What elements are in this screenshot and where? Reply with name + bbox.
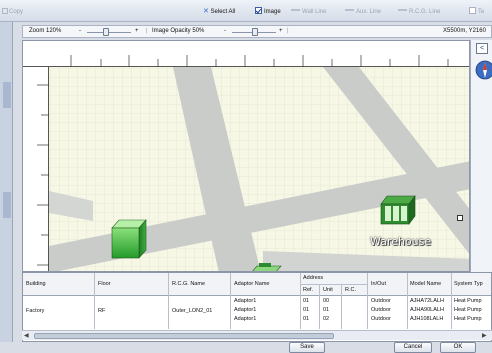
- aux-line-toggle[interactable]: Aux. Line: [345, 7, 381, 17]
- col-header-building[interactable]: Building: [26, 281, 46, 287]
- zoom-minus-button[interactable]: -: [79, 28, 81, 34]
- outdoor-unit-icon[interactable]: [109, 218, 149, 260]
- aux-line-label: Aux. Line: [356, 9, 382, 15]
- save-button[interactable]: Save: [289, 342, 325, 353]
- compass-icon[interactable]: [474, 58, 492, 84]
- copy-label: Copy: [9, 9, 24, 15]
- opacity-slider-thumb[interactable]: [252, 28, 258, 36]
- col-header-system-type[interactable]: System Typ: [454, 281, 483, 287]
- col-header-ref[interactable]: Ref.: [303, 287, 313, 293]
- copy-icon: [2, 8, 8, 14]
- col-header-unit[interactable]: Unit: [323, 287, 333, 293]
- cell-in-out: Outdoor: [371, 316, 391, 322]
- copy-button[interactable]: Copy: [2, 7, 23, 17]
- image-checkbox-box[interactable]: [255, 7, 262, 14]
- left-side-strip: [0, 22, 13, 342]
- cell-in-out: Outdoor: [371, 298, 391, 304]
- aux-line-swatch: [345, 9, 354, 11]
- selection-marker[interactable]: [457, 215, 463, 221]
- cell-system: Heat Pump: [454, 298, 482, 304]
- zoom-label: Zoom 120%: [29, 28, 62, 34]
- select-all-label: Select All: [210, 9, 236, 15]
- image-checkbox-label: Image: [264, 9, 281, 15]
- cell-unit: 01: [323, 307, 330, 313]
- warehouse-unit-icon[interactable]: [379, 192, 419, 226]
- col-header-adaptor-name[interactable]: Adaptor Name: [234, 281, 269, 287]
- cell-model: AJHA72LALH: [410, 298, 444, 304]
- cell-unit: 00: [323, 298, 330, 304]
- cell-system: Heat Pump: [454, 307, 482, 313]
- col-header-model-name[interactable]: Model Name: [410, 281, 441, 287]
- scroll-thumb[interactable]: [34, 333, 334, 339]
- zoombar-divider: |: [146, 28, 148, 34]
- zoom-slider-track[interactable]: [87, 32, 131, 33]
- wall-line-label: Wall Line: [302, 9, 327, 15]
- opacity-minus-button[interactable]: -: [224, 28, 226, 34]
- cell-adaptor: Adaptor1: [234, 316, 257, 322]
- left-strip-marker: [3, 192, 11, 218]
- text-checkbox-box[interactable]: [469, 7, 476, 14]
- zoom-slider-thumb[interactable]: [103, 28, 109, 36]
- select-all-button[interactable]: ✕ Select All: [203, 7, 235, 17]
- cell-adaptor: Adaptor1: [234, 307, 257, 313]
- rcg-line-toggle[interactable]: R.C.G. Line: [398, 7, 440, 17]
- select-all-icon: ✕: [203, 8, 209, 15]
- warehouse-label: Warehouse: [370, 235, 432, 248]
- col-header-rc[interactable]: R.C.: [345, 287, 356, 293]
- cell-model: AJH108LALH: [410, 316, 444, 322]
- top-toolbar: Copy ✕ Select All Image Wall Line Aux. L…: [0, 0, 492, 22]
- cursor-coordinates: X5500m, Y2160: [443, 28, 486, 34]
- zoom-plus-button[interactable]: +: [135, 28, 139, 34]
- scroll-left-arrow-icon[interactable]: ◀: [24, 332, 29, 339]
- rcg-line-swatch: [398, 9, 407, 11]
- collapse-panel-button[interactable]: <: [476, 43, 488, 54]
- image-checkbox[interactable]: Image: [255, 7, 281, 17]
- opacity-plus-button[interactable]: +: [279, 28, 283, 34]
- cell-adaptor: Adaptor1: [234, 298, 257, 304]
- left-strip-marker: [3, 82, 11, 108]
- col-header-in-out[interactable]: In/Out: [371, 281, 386, 287]
- wall-line-toggle[interactable]: Wall Line: [291, 7, 326, 17]
- table-horizontal-scrollbar[interactable]: ◀ ▶: [22, 330, 492, 340]
- rcg-line-label: R.C.G. Line: [409, 9, 441, 15]
- cell-system: Heat Pump: [454, 316, 482, 322]
- floor-plan-canvas[interactable]: Warehouse: [22, 40, 470, 272]
- wall-line-swatch: [291, 9, 300, 11]
- ok-button[interactable]: OK: [440, 342, 476, 353]
- cell-ref: 01: [303, 316, 310, 322]
- col-header-floor[interactable]: Floor: [98, 281, 111, 287]
- opacity-label: Image Opacity 50%: [152, 28, 205, 34]
- cell-floor[interactable]: RF: [98, 308, 105, 314]
- cell-ref: 01: [303, 307, 310, 313]
- cell-model: AJHA90LALH: [410, 307, 444, 313]
- col-header-address: Address: [303, 275, 324, 281]
- cancel-button[interactable]: Cancel: [394, 342, 432, 353]
- cell-in-out: Outdoor: [371, 307, 391, 313]
- cell-building[interactable]: Factory: [26, 308, 44, 314]
- text-toggle[interactable]: Te: [469, 7, 484, 17]
- scroll-right-arrow-icon[interactable]: ▶: [482, 332, 487, 339]
- zoom-bar: Zoom 120% - + | Image Opacity 50% - + | …: [22, 25, 492, 38]
- canvas-navigation-panel: <: [470, 40, 492, 272]
- outdoor-unit-icon[interactable]: [249, 263, 283, 272]
- cell-rcg-name[interactable]: Outer_LON2_01: [172, 308, 212, 314]
- text-label: Te: [478, 9, 485, 15]
- left-ruler: [23, 67, 49, 271]
- col-header-rcg-name[interactable]: R.C.G. Name: [172, 281, 205, 287]
- chevron-left-icon: <: [479, 45, 485, 52]
- top-ruler: [23, 41, 469, 67]
- zoombar-divider: |: [287, 28, 289, 34]
- cell-unit: 02: [323, 316, 330, 322]
- cell-ref: 01: [303, 298, 310, 304]
